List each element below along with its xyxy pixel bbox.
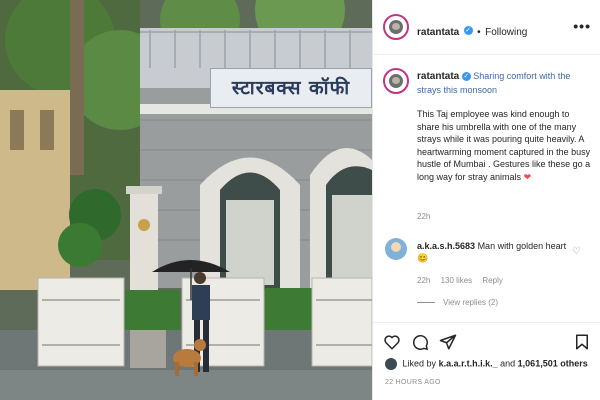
liked-by-label: Liked by [402, 358, 437, 369]
likes-conjunction: and [500, 358, 516, 369]
separator-dot: • [477, 27, 481, 38]
comment-likes[interactable]: 130 likes [441, 276, 473, 285]
photo-scene [0, 0, 372, 400]
comment-text: Man with golden heart [477, 241, 567, 251]
author-avatar[interactable] [383, 14, 409, 40]
liker-avatar [385, 358, 397, 370]
view-replies-label: View replies (2) [443, 298, 498, 307]
caption-time: 22h [417, 212, 431, 221]
comment-like-heart-icon[interactable]: ♡ [572, 246, 581, 257]
post-timestamp: 22 HOURS AGO [385, 379, 441, 386]
following-button[interactable]: Following [485, 27, 527, 38]
caption-body: This Taj employee was kind enough to sha… [417, 109, 591, 182]
storefront-sign: स्टारबक्स कॉफी [210, 68, 372, 108]
heart-icon[interactable] [383, 333, 401, 351]
post-caption: ratantata ✓ Sharing comfort with the str… [417, 70, 593, 183]
comment-meta: 22h 130 likes Reply [417, 276, 511, 285]
comment-time: 22h [417, 276, 431, 285]
verified-icon: ✓ [461, 72, 471, 82]
smile-emoji-icon: 😊 [417, 253, 429, 263]
post-photo[interactable]: स्टारबक्स कॉफी [0, 0, 372, 400]
view-replies-link[interactable]: View replies (2) [417, 298, 498, 307]
caption-username[interactable]: ratantata [417, 71, 459, 82]
bookmark-icon[interactable] [573, 333, 591, 351]
likes-others-count[interactable]: 1,061,501 others [518, 358, 588, 368]
post-actions-bar [373, 322, 600, 363]
author-username[interactable]: ratantata [417, 27, 459, 38]
comment-username[interactable]: a.k.a.s.h.5683 [417, 241, 475, 251]
comment-icon[interactable] [411, 333, 429, 351]
replies-divider [417, 302, 435, 304]
commenter-avatar[interactable] [385, 238, 407, 260]
share-icon[interactable] [439, 333, 457, 351]
caption-author-avatar[interactable] [383, 68, 409, 94]
post-details-panel: ratantata ✓ • Following ••• ratantata ✓ … [372, 0, 600, 400]
instagram-post-window: स्टारबक्स कॉफी ratantata ✓ • Following •… [0, 0, 600, 400]
reply-button[interactable]: Reply [482, 276, 502, 285]
likes-summary: Liked by k.a.a.r.t.h.i.k._ and 1,061,501… [385, 358, 588, 370]
post-header: ratantata ✓ • Following ••• [373, 0, 600, 55]
liker-username[interactable]: k.a.a.r.t.h.i.k._ [439, 358, 498, 368]
more-options-icon[interactable]: ••• [573, 18, 591, 34]
verified-icon: ✓ [463, 26, 473, 36]
comment: a.k.a.s.h.5683 Man with golden heart 😊 [417, 240, 567, 264]
red-heart-emoji-icon: ❤ [523, 171, 532, 182]
